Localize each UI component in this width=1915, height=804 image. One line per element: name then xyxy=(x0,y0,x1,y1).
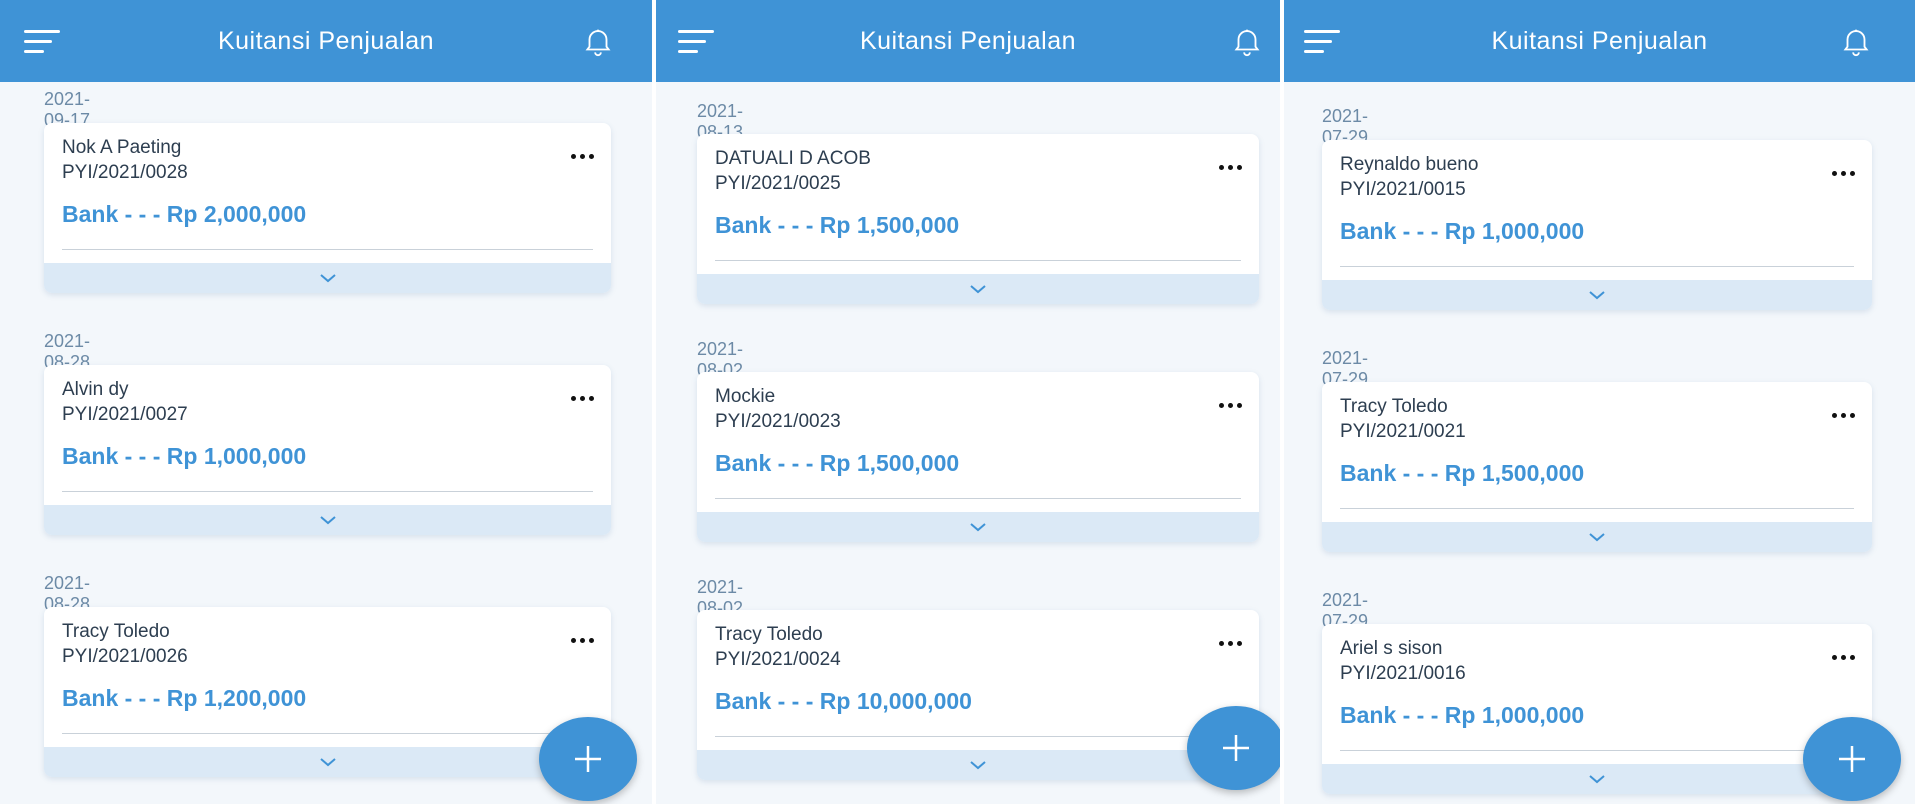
app-bar: Kuitansi Penjualan xyxy=(1284,0,1915,82)
bell-icon[interactable] xyxy=(1839,24,1873,58)
expand-button[interactable] xyxy=(697,274,1259,304)
receipt-amount: Bank - - - Rp 1,000,000 xyxy=(1340,702,1585,728)
customer-name: Alvin dy xyxy=(62,379,129,400)
receipt-number: PYI/2021/0026 xyxy=(62,646,188,667)
receipt-number: PYI/2021/0024 xyxy=(715,649,841,670)
customer-name: Reynaldo bueno xyxy=(1340,154,1479,175)
expand-button[interactable] xyxy=(697,750,1259,780)
receipt-amount: Bank - - - Rp 1,500,000 xyxy=(1340,460,1585,486)
receipt-card[interactable]: Tracy Toledo PYI/2021/0026 Bank - - - Rp… xyxy=(44,607,611,777)
chevron-down-icon xyxy=(1589,775,1605,784)
customer-name: DATUALI D ACOB xyxy=(715,148,871,169)
customer-name: Ariel s sison xyxy=(1340,638,1443,659)
page-title: Kuitansi Penjualan xyxy=(217,26,435,55)
receipt-number: PYI/2021/0028 xyxy=(62,162,188,183)
divider xyxy=(715,736,1241,737)
expand-button[interactable] xyxy=(1322,764,1872,794)
divider xyxy=(62,733,593,734)
customer-name: Tracy Toledo xyxy=(1340,396,1448,417)
more-horizontal-icon[interactable] xyxy=(1832,168,1856,178)
bell-icon[interactable] xyxy=(1230,24,1264,58)
customer-name: Tracy Toledo xyxy=(62,621,170,642)
more-horizontal-icon[interactable] xyxy=(1832,410,1856,420)
receipt-card[interactable]: DATUALI D ACOB PYI/2021/0025 Bank - - - … xyxy=(697,134,1259,304)
divider xyxy=(1340,508,1854,509)
receipt-number: PYI/2021/0023 xyxy=(715,411,841,432)
divider xyxy=(62,249,593,250)
chevron-down-icon xyxy=(970,285,986,294)
customer-name: Tracy Toledo xyxy=(715,624,823,645)
add-receipt-button[interactable] xyxy=(1187,706,1280,790)
receipt-card[interactable]: Nok A Paeting PYI/2021/0028 Bank - - - R… xyxy=(44,123,611,293)
expand-button[interactable] xyxy=(697,512,1259,542)
more-horizontal-icon[interactable] xyxy=(1219,162,1243,172)
receipt-number: PYI/2021/0025 xyxy=(715,173,841,194)
menu-icon[interactable] xyxy=(678,30,714,54)
chevron-down-icon xyxy=(319,758,336,767)
more-horizontal-icon[interactable] xyxy=(1219,638,1243,648)
chevron-down-icon xyxy=(970,761,986,770)
add-receipt-button[interactable] xyxy=(1803,717,1901,801)
divider xyxy=(1340,750,1854,751)
page-title: Kuitansi Penjualan xyxy=(1491,26,1708,55)
more-horizontal-icon[interactable] xyxy=(1219,400,1243,410)
receipt-amount: Bank - - - Rp 1,500,000 xyxy=(715,450,960,476)
expand-button[interactable] xyxy=(1322,522,1872,552)
app-bar: Kuitansi Penjualan xyxy=(656,0,1280,82)
receipt-number: PYI/2021/0016 xyxy=(1340,663,1466,684)
menu-icon[interactable] xyxy=(1304,30,1340,54)
customer-name: Nok A Paeting xyxy=(62,137,182,158)
chevron-down-icon xyxy=(319,274,336,283)
receipt-amount: Bank - - - Rp 10,000,000 xyxy=(715,688,972,714)
divider xyxy=(715,260,1241,261)
receipt-amount: Bank - - - Rp 2,000,000 xyxy=(62,201,307,227)
more-horizontal-icon[interactable] xyxy=(571,393,595,403)
receipt-amount: Bank - - - Rp 1,000,000 xyxy=(62,443,307,469)
receipt-screen-1: Kuitansi Penjualan 2021-09-17 Nok A Paet… xyxy=(0,0,652,804)
customer-name: Mockie xyxy=(715,386,776,407)
receipt-number: PYI/2021/0027 xyxy=(62,404,188,425)
page-title: Kuitansi Penjualan xyxy=(859,26,1077,55)
expand-button[interactable] xyxy=(44,747,611,777)
divider xyxy=(715,498,1241,499)
chevron-down-icon xyxy=(319,516,336,525)
receipt-amount: Bank - - - Rp 1,200,000 xyxy=(62,685,307,711)
more-horizontal-icon[interactable] xyxy=(1832,652,1856,662)
receipt-card[interactable]: Reynaldo bueno PYI/2021/0015 Bank - - - … xyxy=(1322,140,1872,310)
expand-button[interactable] xyxy=(44,505,611,535)
receipt-card[interactable]: Ariel s sison PYI/2021/0016 Bank - - - R… xyxy=(1322,624,1872,794)
receipt-card[interactable]: Tracy Toledo PYI/2021/0024 Bank - - - Rp… xyxy=(697,610,1259,780)
menu-icon[interactable] xyxy=(24,30,60,54)
app-screenshots: Kuitansi Penjualan 2021-09-17 Nok A Paet… xyxy=(0,0,1915,804)
more-horizontal-icon[interactable] xyxy=(571,635,595,645)
receipt-card[interactable]: Mockie PYI/2021/0023 Bank - - - Rp 1,500… xyxy=(697,372,1259,542)
receipt-screen-2: Kuitansi Penjualan 2021-08-13 DATUALI D … xyxy=(656,0,1280,804)
app-bar: Kuitansi Penjualan xyxy=(0,0,652,82)
chevron-down-icon xyxy=(1589,533,1605,542)
add-receipt-button[interactable] xyxy=(539,717,637,801)
receipt-card[interactable]: Alvin dy PYI/2021/0027 Bank - - - Rp 1,0… xyxy=(44,365,611,535)
plus-icon xyxy=(1839,746,1865,772)
divider xyxy=(1340,266,1854,267)
receipt-card[interactable]: Tracy Toledo PYI/2021/0021 Bank - - - Rp… xyxy=(1322,382,1872,552)
more-horizontal-icon[interactable] xyxy=(571,151,595,161)
plus-icon xyxy=(575,746,601,772)
chevron-down-icon xyxy=(1589,291,1605,300)
expand-button[interactable] xyxy=(44,263,611,293)
receipt-number: PYI/2021/0015 xyxy=(1340,179,1466,200)
expand-button[interactable] xyxy=(1322,280,1872,310)
divider xyxy=(62,491,593,492)
receipt-number: PYI/2021/0021 xyxy=(1340,421,1466,442)
receipt-screen-3: Kuitansi Penjualan 2021-07-29 Reynaldo b… xyxy=(1284,0,1915,804)
receipt-amount: Bank - - - Rp 1,000,000 xyxy=(1340,218,1585,244)
plus-icon xyxy=(1223,735,1249,761)
receipt-amount: Bank - - - Rp 1,500,000 xyxy=(715,212,960,238)
chevron-down-icon xyxy=(970,523,986,532)
bell-icon[interactable] xyxy=(581,24,615,58)
